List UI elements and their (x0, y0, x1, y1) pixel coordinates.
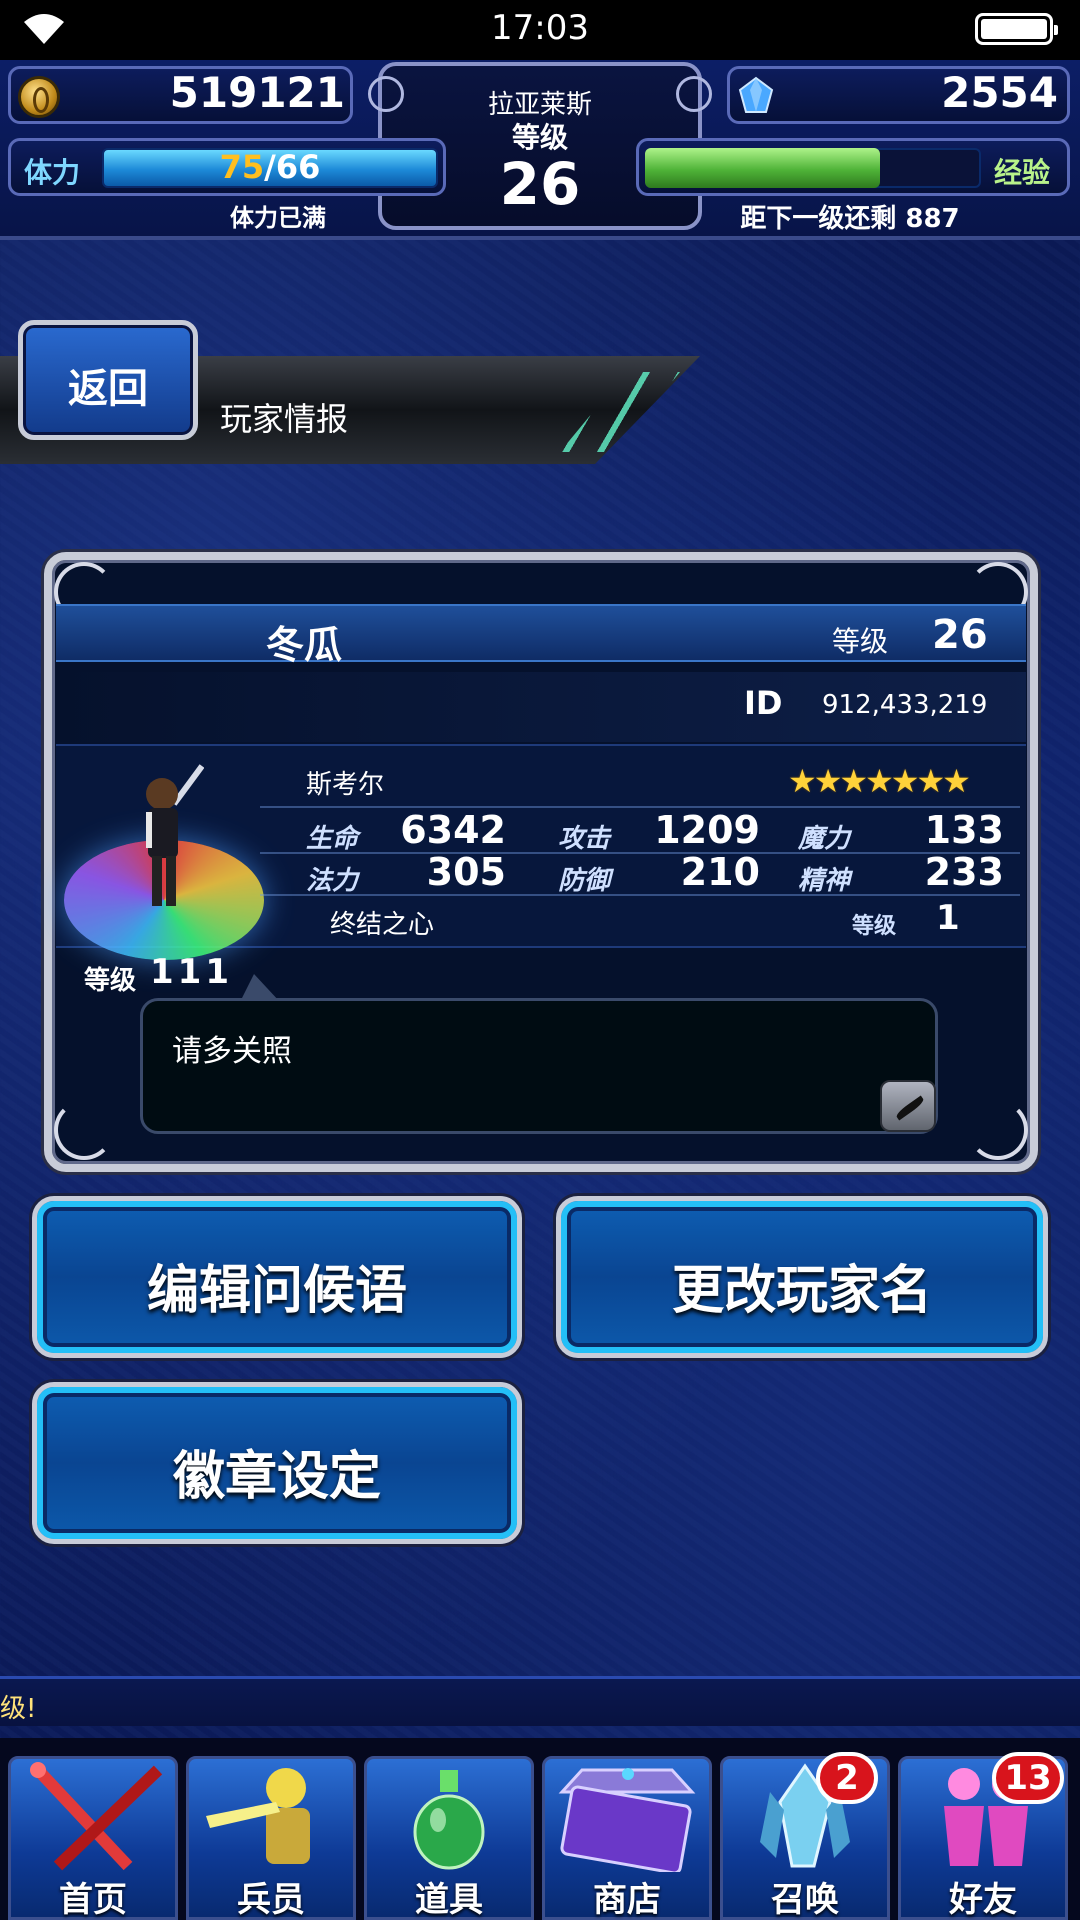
greeting-text: 请多关照 (172, 1034, 292, 1069)
ornament-corner-icon (968, 1100, 1028, 1160)
stat-mp-label: 法力 (306, 866, 359, 896)
stat-spr-value: 233 (924, 850, 1004, 894)
stat-def-label: 防御 (558, 866, 611, 896)
stat-atk-value: 1209 (654, 808, 760, 852)
stamina-label: 体力 (24, 156, 81, 189)
lapis-value: 2554 (941, 68, 1058, 117)
stamina-current: 75 (219, 148, 265, 186)
stat-mag-value: 133 (924, 808, 1004, 852)
gil-value: 519121 (169, 68, 345, 117)
ornament-corner-icon (54, 1100, 114, 1160)
nav-items-label[interactable]: 道具 (364, 1872, 534, 1920)
stat-mag-label: 魔力 (798, 824, 851, 854)
stamina-text: 75/66 (102, 148, 438, 186)
stat-divider (260, 894, 1020, 896)
profile-level-value: 26 (932, 612, 988, 658)
profile-player-name: 冬瓜 (266, 623, 343, 667)
unit-level-label: 等级 (84, 966, 137, 996)
potion-icon (413, 1770, 485, 1870)
exp-remaining: 距下一级还剩 887 (740, 204, 960, 234)
change-name-label[interactable]: 更改玩家名 (556, 1248, 1048, 1323)
id-label: ID (744, 684, 783, 722)
stat-mp-value: 305 (426, 850, 506, 894)
status-time: 17:03 (491, 8, 589, 48)
stat-spr-label: 精神 (798, 866, 851, 896)
equipped-item-level-label: 等级 (852, 914, 897, 939)
page-title: 玩家情报 (220, 400, 349, 438)
exp-bar-fill (645, 148, 880, 188)
equipped-item-name: 终结之心 (330, 910, 435, 940)
ticker-text: 级! (0, 1694, 37, 1724)
unit-name: 斯考尔 (306, 770, 385, 800)
nav-units-label[interactable]: 兵员 (186, 1872, 356, 1920)
stat-def-value: 210 (680, 850, 760, 894)
rarity-stars: ★★★★★★★ (788, 762, 971, 800)
stat-hp-label: 生命 (306, 824, 359, 854)
crossed-swords-icon (30, 1762, 163, 1871)
equipped-item-level-value: 1 (936, 898, 960, 938)
gil-coin-icon (18, 76, 60, 118)
stat-atk-label: 攻击 (558, 824, 611, 854)
nav-summon-label[interactable]: 召唤 (720, 1872, 890, 1920)
summon-notification-badge: 2 (816, 1752, 878, 1804)
friends-notification-badge: 13 (992, 1752, 1064, 1804)
battery-icon (975, 13, 1058, 45)
edit-greeting-label[interactable]: 编辑问候语 (32, 1248, 522, 1323)
warrior-icon (206, 1768, 310, 1864)
unit-level-value: 111 (150, 952, 233, 992)
stamina-max: /66 (264, 148, 321, 186)
quill-edit-icon[interactable] (880, 1080, 936, 1132)
badge-settings-label[interactable]: 徽章设定 (32, 1434, 522, 1509)
shop-sign-icon (558, 1768, 696, 1872)
id-value: 912,433,219 (822, 690, 988, 720)
profile-level-label: 等级 (832, 625, 889, 658)
news-ticker (0, 1676, 1080, 1726)
squall-unit-sprite-icon[interactable] (124, 764, 204, 914)
stat-hp-value: 6342 (400, 808, 506, 852)
nav-shop-label[interactable]: 商店 (542, 1872, 712, 1920)
nav-friends-label[interactable]: 好友 (898, 1872, 1068, 1920)
lapis-gem-icon (738, 76, 774, 113)
exp-label: 经验 (994, 156, 1051, 189)
back-button-label[interactable]: 返回 (18, 356, 198, 414)
stamina-status: 体力已满 (230, 204, 326, 232)
nav-home-label[interactable]: 首页 (8, 1872, 178, 1920)
